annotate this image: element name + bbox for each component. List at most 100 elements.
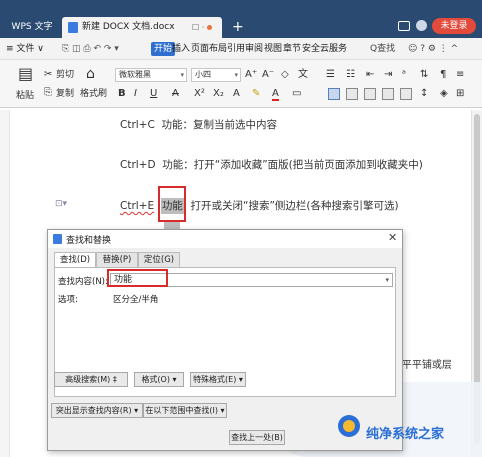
copy-icon: ⎘ [44, 87, 52, 98]
italic-button[interactable]: I [134, 88, 137, 100]
menu-chapter[interactable]: 章节 [283, 42, 301, 56]
doc-line-ctrl-c: Ctrl+C 功能：复制当前选中内容 [120, 117, 277, 132]
options-value: 区分全/半角 [113, 295, 159, 305]
indent-icon[interactable]: ⇥ [384, 69, 392, 81]
highlight-matches-button[interactable]: 突出显示查找内容(R) ▾ [51, 403, 143, 418]
chevron-down-icon: ▾ [234, 71, 238, 79]
left-ruler [0, 110, 10, 457]
menu-review[interactable]: 审阅 [245, 42, 263, 56]
dialog-title: 查找和替换 [66, 236, 112, 246]
shortcut-key: Ctrl+D [120, 159, 156, 171]
font-grow-button[interactable]: A⁺ [245, 69, 257, 81]
distribute-button[interactable] [400, 88, 412, 100]
text-effect-icon[interactable]: A [233, 88, 240, 100]
find-previous-button[interactable]: 查找上一处(B) [229, 430, 285, 445]
login-button[interactable]: 未登录 [432, 18, 476, 34]
title-bar: WPS 文字 新建 DOCX 文档.docx ☐ · + 未登录 [0, 0, 482, 38]
subscript-button[interactable]: X₂ [213, 88, 224, 100]
advanced-search-button[interactable]: 高级搜索(M) ‡ [54, 372, 128, 387]
copy-button[interactable]: 复制 [56, 88, 74, 100]
tab-goto[interactable]: 定位(G) [138, 252, 180, 267]
tab-replace[interactable]: 替换(P) [96, 252, 138, 267]
sort-icon[interactable]: ⇅ [420, 69, 428, 81]
file-menu[interactable]: ≡ 文件 ∨ [6, 42, 44, 56]
clear-format-icon[interactable]: ◇ [281, 69, 289, 81]
line-text: 功能：复制当前选中内容 [161, 119, 278, 131]
menu-page-layout[interactable]: 页面布局 [191, 42, 227, 56]
menu-security[interactable]: 安全 [302, 42, 320, 56]
font-color-icon[interactable]: A [272, 88, 279, 101]
search-button[interactable]: Q查找 [370, 42, 395, 56]
paragraph-handle-icon[interactable]: ⊡▾ [55, 199, 67, 209]
paste-icon[interactable]: ▤ [18, 66, 33, 82]
show-marks-icon[interactable]: ¶ [440, 69, 446, 81]
menu-bar: ≡ 文件 ∨ ⎘ ◫ ⎙ ↶ ↷ ▾ 开始 插入 页面布局 引用 审阅 视图 章… [0, 38, 482, 60]
format-button[interactable]: 格式(O) ▾ [134, 372, 184, 387]
special-format-button[interactable]: 特殊格式(E) ▾ [190, 372, 246, 387]
format-painter-button[interactable]: 格式刷 [80, 88, 107, 100]
tab-window-icon[interactable]: ☐ · [192, 17, 204, 38]
annotation-box-input [107, 269, 168, 287]
chevron-down-icon: ▾ [180, 71, 184, 79]
justify-button[interactable] [382, 88, 394, 100]
numbered-list-icon[interactable]: ☷ [346, 69, 355, 81]
font-name-value: 微软雅黑 [119, 70, 151, 79]
font-name-select[interactable]: 微软雅黑 ▾ [115, 68, 187, 82]
superscript-button[interactable]: X² [194, 88, 205, 100]
font-size-select[interactable]: 小四 ▾ [191, 68, 241, 82]
avatar[interactable] [416, 20, 427, 31]
outdent-icon[interactable]: ⇤ [366, 69, 374, 81]
document-icon [68, 22, 78, 33]
bold-button[interactable]: B [118, 88, 126, 100]
unsaved-dot-icon [207, 25, 212, 30]
phonetic-icon[interactable]: 文 [298, 69, 308, 81]
watermark-logo-inner [343, 420, 355, 432]
paste-button[interactable]: 粘贴 [16, 90, 34, 102]
line-spacing-icon[interactable]: ↕ [420, 88, 428, 100]
strikethrough-button[interactable]: A [172, 88, 179, 100]
tab-document-label: 新建 DOCX 文档.docx [82, 22, 175, 32]
menu-insert[interactable]: 插入 [172, 42, 190, 56]
find-in-button[interactable]: 在以下范围中查找(I) ▾ [143, 403, 227, 418]
dialog-title-bar[interactable]: 查找和替换 ✕ [48, 230, 402, 248]
watermark-logo-icon [338, 415, 360, 437]
wps-icon [53, 234, 62, 244]
new-tab-button[interactable]: + [232, 17, 244, 38]
shortcut-key: Ctrl+C [120, 119, 155, 131]
header-icons[interactable]: ☺ ? ⚙ ⋮ ^ [408, 42, 458, 56]
close-icon[interactable]: ✕ [388, 231, 397, 244]
align-center-button[interactable] [346, 88, 358, 100]
align-right-button[interactable] [364, 88, 376, 100]
chevron-down-icon[interactable]: ▾ [385, 274, 389, 286]
screen-icon[interactable] [398, 21, 410, 31]
tab-document[interactable]: 新建 DOCX 文档.docx ☐ · [62, 17, 222, 38]
shortcut-key: Ctrl+E [120, 200, 155, 212]
font-shrink-button[interactable]: A⁻ [262, 69, 274, 81]
line-text: 功能：打开“添加收藏”面版(把当前页面添加到收藏夹中) [162, 159, 423, 171]
align-left-button[interactable] [328, 88, 340, 100]
find-label: 查找内容(N): [58, 277, 108, 287]
shading-icon[interactable]: ◈ [440, 88, 448, 100]
cut-icon: ✂ [44, 69, 53, 80]
doc-partial-text: (平平铺或层 [398, 360, 452, 371]
line-text: 打开或关闭“搜索”侧边栏(各种搜索引擎可选) [190, 200, 399, 212]
quick-access-icons[interactable]: ⎘ ◫ ⎙ ↶ ↷ ▾ [62, 42, 119, 56]
doc-line-ctrl-d: Ctrl+D 功能：打开“添加收藏”面版(把当前页面添加到收藏夹中) [120, 157, 423, 172]
bullet-list-icon[interactable]: ☰ [326, 69, 335, 81]
options-label: 选项: [58, 295, 78, 305]
underline-button[interactable]: U [150, 88, 157, 100]
cut-button[interactable]: 剪切 [56, 69, 74, 81]
annotation-box-document [158, 186, 186, 222]
more-icon[interactable]: ≡ [456, 69, 464, 81]
font-size-value: 小四 [195, 70, 211, 79]
menu-cloud[interactable]: 云服务 [320, 42, 347, 56]
tab-wps-writer[interactable]: WPS 文字 [6, 17, 58, 38]
ribbon-toolbar: ▤ 粘贴 ✂ 剪切 ⎘ 复制 ⌂ 格式刷 微软雅黑 ▾ 小四 ▾ A⁺ A⁻ ◇ 文… [0, 60, 482, 108]
char-border-icon[interactable]: ▭ [292, 88, 301, 100]
chinese-layout-icon[interactable]: ᵃ [402, 69, 406, 81]
borders-icon[interactable]: ⊞ [456, 88, 464, 100]
highlight-icon[interactable]: ✎ [252, 88, 260, 100]
tab-find[interactable]: 查找(D) [54, 252, 96, 268]
menu-view[interactable]: 视图 [264, 42, 282, 56]
menu-references[interactable]: 引用 [227, 42, 245, 56]
